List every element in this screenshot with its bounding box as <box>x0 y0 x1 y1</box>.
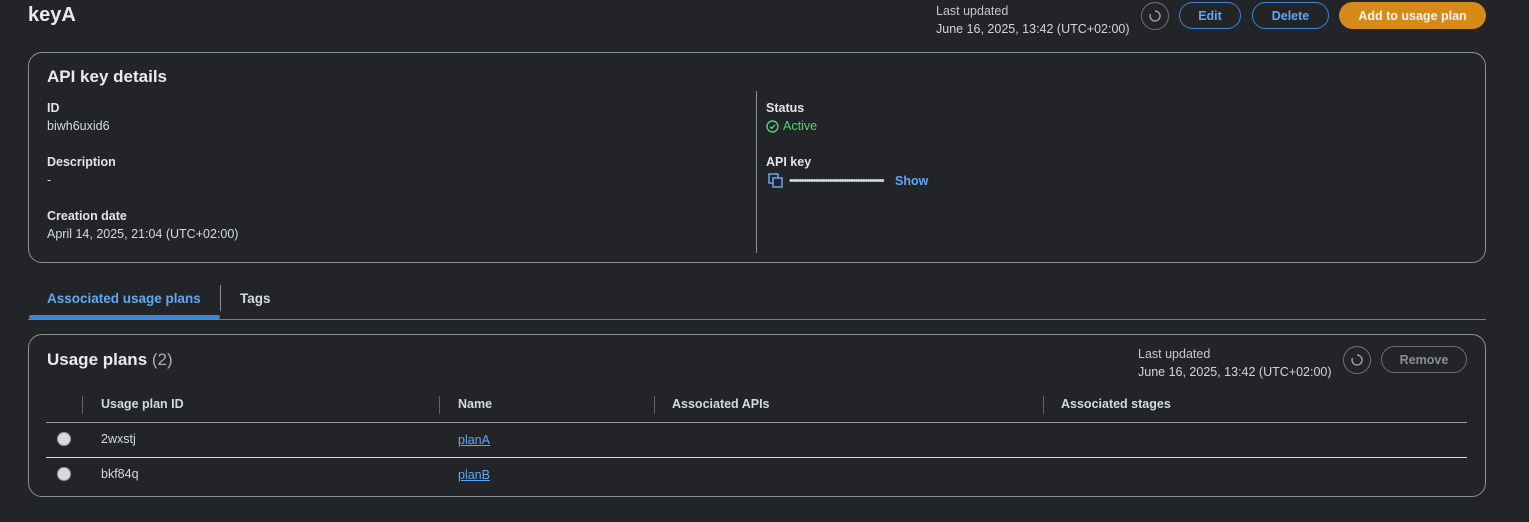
table-cell-usage-plan-id: bkf84q <box>101 467 139 481</box>
table-cell-plan-link[interactable]: planB <box>458 468 490 482</box>
column-header-usage-plan-id[interactable]: Usage plan ID <box>101 397 184 411</box>
column-separator <box>1043 396 1044 414</box>
usage-plans-count: (2) <box>151 350 173 369</box>
api-key-masked-value: •••••••••••••••••••••••••••••••••••••••• <box>789 174 885 187</box>
details-title: API key details <box>47 67 168 86</box>
usage-plans-last-updated-label: Last updated <box>1138 347 1211 361</box>
id-label: ID <box>47 101 60 115</box>
copy-icon <box>768 173 783 188</box>
column-separator <box>82 396 83 414</box>
tab-tags[interactable]: Tags <box>240 291 271 306</box>
details-column-divider <box>756 91 757 253</box>
status-badge: Active <box>766 119 817 133</box>
active-tab-indicator <box>29 315 220 319</box>
last-updated-label: Last updated <box>936 4 1009 18</box>
row-select-radio[interactable] <box>57 432 71 446</box>
column-header-associated-stages[interactable]: Associated stages <box>1061 397 1171 411</box>
usage-plans-last-updated-value: June 16, 2025, 13:42 (UTC+02:00) <box>1138 365 1332 379</box>
tab-separator <box>220 285 221 311</box>
api-key-details-card <box>28 52 1486 263</box>
description-label: Description <box>47 155 116 169</box>
add-to-usage-plan-button[interactable]: Add to usage plan <box>1339 2 1486 29</box>
table-header-divider <box>46 422 1467 423</box>
column-header-associated-apis[interactable]: Associated APIs <box>672 397 770 411</box>
usage-plans-card <box>28 334 1486 497</box>
show-api-key-link[interactable]: Show <box>895 174 928 188</box>
api-key-row: ••••••••••••••••••••••••••••••••••••••••… <box>768 173 928 188</box>
usage-plans-title-text: Usage plans <box>47 350 148 369</box>
remove-button[interactable]: Remove <box>1381 346 1467 373</box>
column-header-name[interactable]: Name <box>458 397 492 411</box>
refresh-icon <box>1149 10 1161 22</box>
tabs-baseline <box>28 319 1486 320</box>
check-circle-icon <box>766 119 779 133</box>
page-title: keyA <box>28 4 76 26</box>
description-value: - <box>47 173 52 187</box>
table-cell-plan-link[interactable]: planA <box>458 433 490 447</box>
refresh-button[interactable] <box>1141 2 1169 30</box>
usage-plans-refresh-button[interactable] <box>1343 346 1371 374</box>
refresh-icon <box>1351 354 1363 366</box>
row-select-radio[interactable] <box>57 467 71 481</box>
delete-button[interactable]: Delete <box>1252 2 1329 29</box>
tab-associated-usage-plans[interactable]: Associated usage plans <box>47 291 201 306</box>
usage-plans-title: Usage plans (2) <box>47 350 173 370</box>
column-separator <box>439 396 440 414</box>
table-row-divider <box>46 457 1467 458</box>
column-separator <box>654 396 655 414</box>
creation-date-value: April 14, 2025, 21:04 (UTC+02:00) <box>47 227 239 241</box>
copy-button[interactable] <box>768 173 783 188</box>
table-cell-usage-plan-id: 2wxstj <box>101 432 136 446</box>
creation-date-label: Creation date <box>47 209 127 223</box>
edit-button[interactable]: Edit <box>1179 2 1241 29</box>
status-value: Active <box>783 119 818 133</box>
last-updated-value: June 16, 2025, 13:42 (UTC+02:00) <box>936 22 1130 36</box>
id-value: biwh6uxid6 <box>47 119 110 133</box>
api-key-label: API key <box>766 155 812 169</box>
status-label: Status <box>766 101 805 115</box>
